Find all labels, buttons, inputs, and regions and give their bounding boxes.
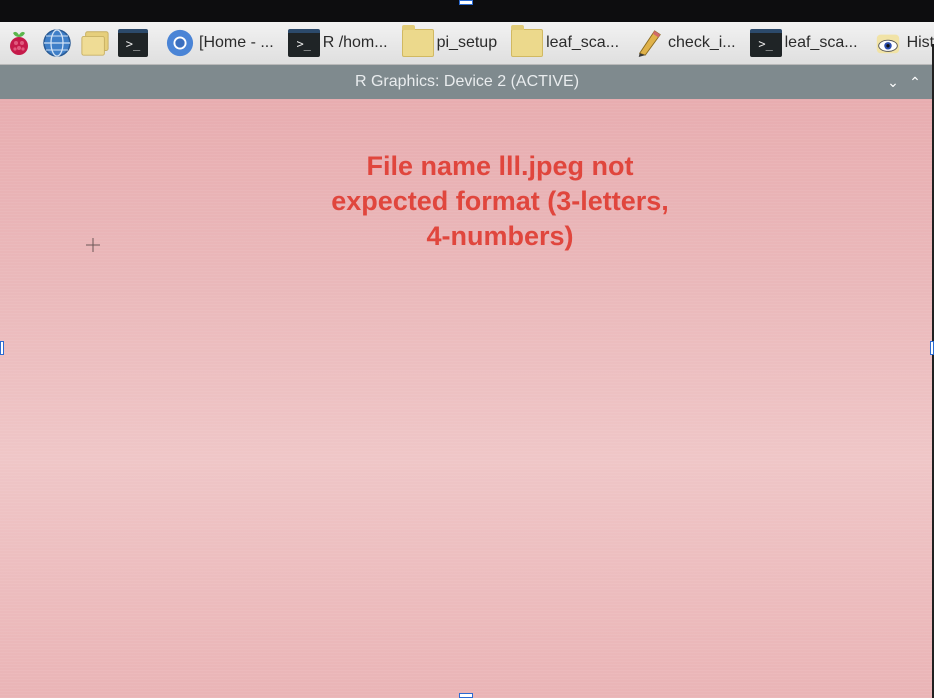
task-label: R /hom...	[322, 34, 388, 51]
graphics-device-plot-area[interactable]: File name lll.jpeg not expected format (…	[0, 99, 934, 698]
chromium-icon	[166, 29, 194, 57]
file-manager-icon[interactable]	[80, 28, 110, 58]
web-browser-icon[interactable]	[42, 28, 72, 58]
error-message-line: File name lll.jpeg not	[366, 151, 634, 181]
error-message-line: expected format (3-letters,	[331, 186, 669, 216]
folder-icon	[401, 25, 434, 57]
crosshair-cursor-icon	[86, 238, 100, 252]
resize-handle-top[interactable]	[459, 0, 473, 5]
task-check-editor[interactable]: check_i...	[629, 24, 740, 62]
text-editor-icon	[638, 30, 661, 57]
window-title: R Graphics: Device 2 (ACTIVE)	[354, 73, 580, 90]
task-leaf-scan-terminal[interactable]: >_ leaf_sca...	[746, 24, 862, 62]
task-histogram[interactable]: Histogra...	[868, 24, 934, 62]
task-label: pi_setup	[436, 34, 498, 51]
screen: >_ [Home - ... >_ R /hom... pi_setup lea…	[0, 22, 934, 698]
task-pi-setup[interactable]: pi_setup	[398, 24, 502, 62]
folder-icon	[511, 25, 544, 57]
error-message-line: 4-numbers)	[426, 221, 574, 251]
raspberry-menu-icon[interactable]	[4, 28, 34, 58]
resize-handle-left[interactable]	[0, 341, 4, 355]
terminal-icon: >_	[287, 29, 320, 57]
terminal-icon[interactable]: >_	[118, 28, 148, 58]
error-message: File name lll.jpeg not expected format (…	[300, 149, 700, 254]
maximize-icon[interactable]: ⌃	[904, 65, 926, 99]
minimize-icon[interactable]: ⌄	[882, 65, 904, 99]
terminal-icon: >_	[749, 29, 782, 57]
task-label: check_i...	[668, 34, 736, 51]
task-label: leaf_sca...	[784, 34, 858, 51]
resize-handle-bottom[interactable]	[459, 693, 473, 698]
task-label: [Home - ...	[199, 34, 274, 51]
taskbar: >_ [Home - ... >_ R /hom... pi_setup lea…	[0, 22, 934, 65]
task-chromium[interactable]: [Home - ...	[160, 24, 278, 62]
task-label: Histogra...	[906, 34, 934, 51]
task-r-terminal[interactable]: >_ R /hom...	[284, 24, 392, 62]
resize-handle-right[interactable]	[930, 341, 934, 355]
task-label: leaf_sca...	[546, 34, 620, 51]
window-titlebar[interactable]: R Graphics: Device 2 (ACTIVE) ⌄ ⌃	[0, 65, 934, 99]
task-leaf-scan-folder[interactable]: leaf_sca...	[507, 24, 623, 62]
image-viewer-icon	[876, 34, 899, 54]
